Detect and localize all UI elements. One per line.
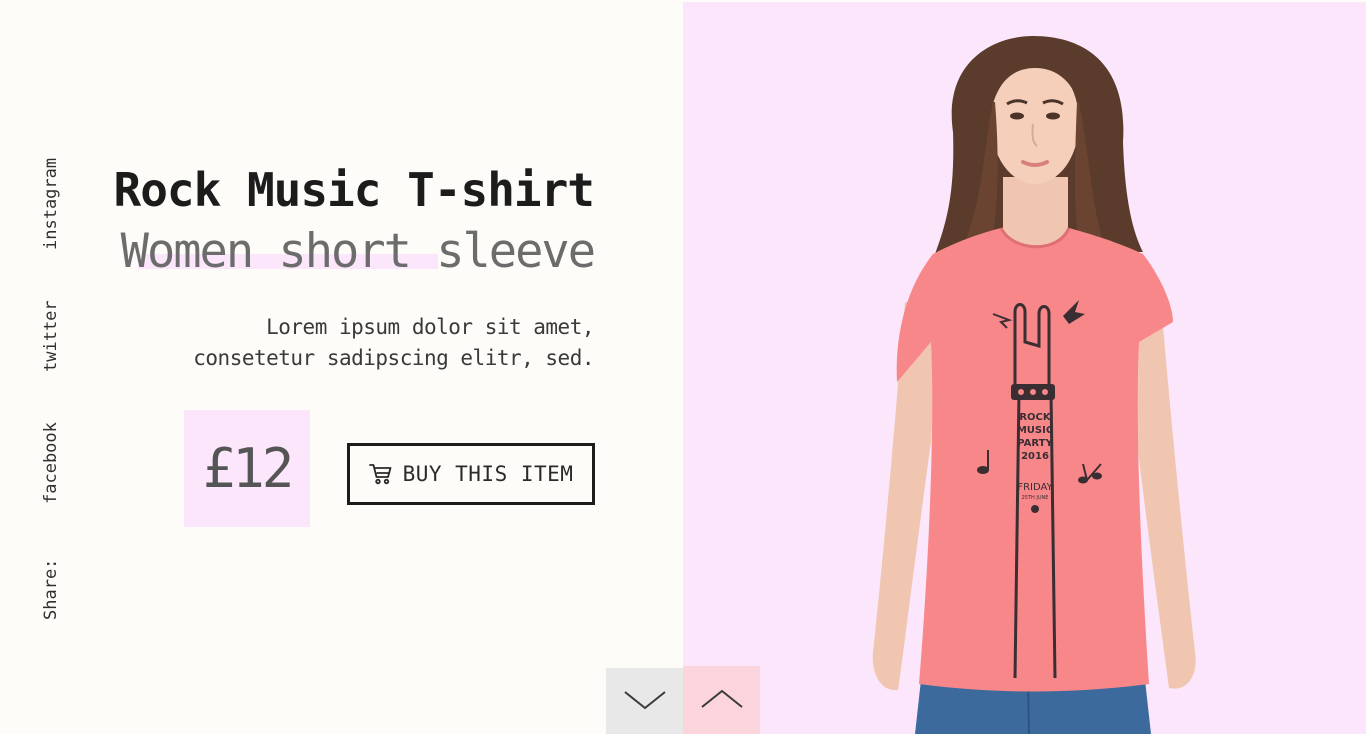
description-line-2: consetetur sadipscing elitr, sed.: [193, 346, 594, 370]
next-item-button[interactable]: [606, 668, 683, 734]
product-description: Lorem ipsum dolor sit amet, consetetur s…: [124, 312, 594, 374]
print-date: 25TH JUNE: [1022, 495, 1049, 501]
product-subtitle: Women short sleeve: [120, 224, 596, 279]
chevron-down-icon: [623, 688, 667, 715]
product-image-panel: ROCK MUSIC PARTY 2016 FRIDAY 25TH JUNE: [683, 2, 1366, 734]
print-line-1: ROCK: [1019, 412, 1052, 423]
price-box: £12: [184, 410, 310, 527]
share-twitter-link[interactable]: twitter: [36, 292, 66, 372]
print-line-2: MUSIC: [1017, 425, 1053, 436]
share-instagram-link[interactable]: instagram: [36, 150, 66, 250]
buy-button[interactable]: BUY THIS ITEM: [347, 443, 595, 505]
buy-button-label: BUY THIS ITEM: [402, 462, 574, 486]
description-line-1: Lorem ipsum dolor sit amet,: [266, 315, 594, 339]
product-price: £12: [202, 437, 295, 500]
product-title: Rock Music T-shirt: [113, 163, 596, 217]
chevron-up-icon: [700, 687, 744, 714]
product-info-panel: instagram twitter facebook Share: Rock M…: [0, 0, 683, 734]
previous-item-button[interactable]: [683, 666, 760, 734]
share-bar: instagram twitter facebook Share:: [36, 140, 66, 620]
product-image: ROCK MUSIC PARTY 2016 FRIDAY 25TH JUNE: [872, 36, 1196, 734]
product-page: instagram twitter facebook Share: Rock M…: [0, 0, 1366, 734]
print-day: FRIDAY: [1017, 482, 1053, 493]
print-line-4: 2016: [1021, 451, 1049, 462]
print-line-3: PARTY: [1017, 438, 1053, 449]
cart-icon: [368, 463, 393, 485]
share-label: Share:: [41, 558, 61, 620]
share-facebook-link[interactable]: facebook: [36, 414, 66, 504]
